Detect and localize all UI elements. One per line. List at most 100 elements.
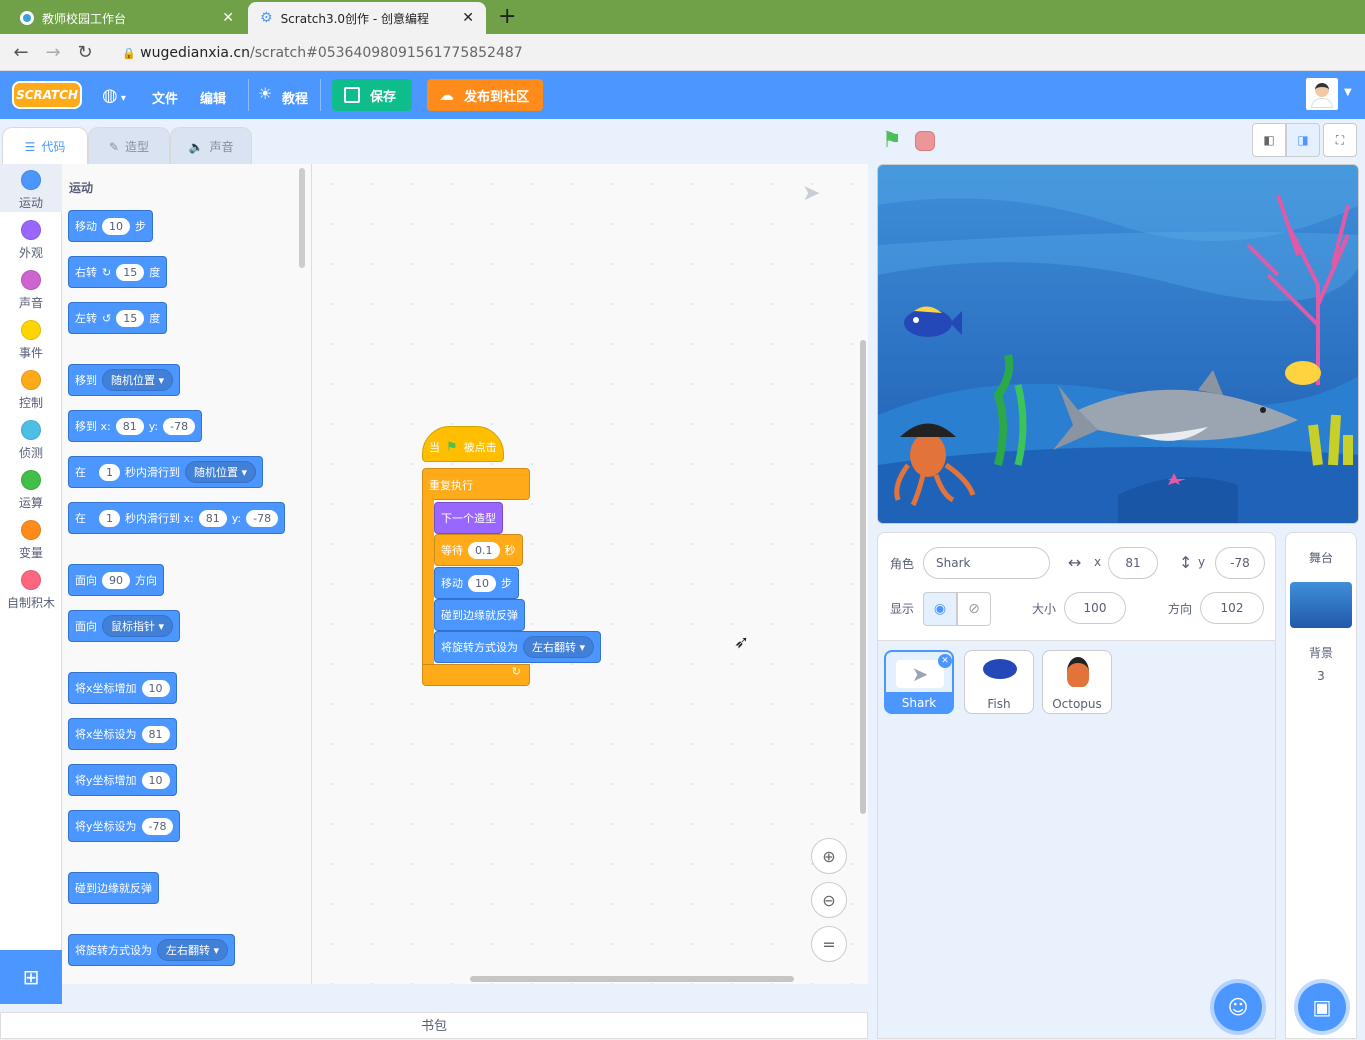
block-rotation-style[interactable]: 将旋转方式设为 左右翻转 ▾ <box>434 631 602 663</box>
chevron-down-icon[interactable]: ▼ <box>1344 87 1352 98</box>
add-sprite-cat-icon[interactable]: ☺ <box>1214 983 1262 1031</box>
large-stage-icon[interactable]: ◨ <box>1286 123 1320 157</box>
x-arrows-icon: ↔ <box>1068 553 1082 572</box>
block-goto[interactable]: 移到 随机位置 ▾ <box>68 364 181 396</box>
save-button[interactable]: 保存 <box>332 79 412 111</box>
forever-bottom: ↻ <box>422 664 530 686</box>
x-label: x <box>1094 555 1102 569</box>
add-extension-button[interactable]: ⊞ <box>0 950 62 1004</box>
stage-selector-panel[interactable]: 舞台 背景 3 ▣ <box>1285 532 1357 1039</box>
sprite-name-input[interactable]: Shark <box>923 547 1050 579</box>
hide-eye-icon[interactable]: ⊘ <box>957 592 991 626</box>
lock-icon: 🔒 <box>122 47 136 60</box>
category-sound[interactable]: 声音 <box>0 270 62 311</box>
stage-canvas[interactable] <box>877 164 1359 524</box>
category-operators[interactable]: 运算 <box>0 470 62 511</box>
globe-icon[interactable]: ◍ ▾ <box>102 85 126 106</box>
block-set-x[interactable]: 将x坐标设为 81 <box>68 718 177 750</box>
category-variables[interactable]: 变量 <box>0 520 62 561</box>
block-glide-xy[interactable]: 在 1 秒内滑行到 x: 81 y: -78 <box>68 502 286 534</box>
block-set-y[interactable]: 将y坐标设为 -78 <box>68 810 181 842</box>
delete-sprite-icon[interactable]: ✕ <box>938 654 952 668</box>
new-tab-button[interactable]: + <box>498 4 516 29</box>
menu-edit[interactable]: 编辑 <box>200 88 226 107</box>
show-eye-icon[interactable]: ◉ <box>923 592 957 626</box>
category-motion[interactable]: 运动 <box>0 170 62 211</box>
small-stage-icon[interactable]: ◧ <box>1252 123 1286 157</box>
size-input[interactable]: 100 <box>1064 592 1126 624</box>
backpack[interactable]: 书包 <box>0 1012 868 1039</box>
category-sensing[interactable]: 侦测 <box>0 420 62 461</box>
fish-sprite <box>904 306 962 337</box>
category-looks[interactable]: 外观 <box>0 220 62 261</box>
workspace-vertical-scrollbar[interactable] <box>860 340 866 814</box>
block-bounce[interactable]: 碰到边缘就反弹 <box>434 599 525 631</box>
menu-file[interactable]: 文件 <box>152 88 178 107</box>
mouse-cursor-icon: ➶ <box>734 632 750 653</box>
block-forever[interactable]: 重复执行 <box>422 468 530 500</box>
script-workspace[interactable]: ➤ 当 ⚑ 被点击 重复执行 ↻ 下一个造型 等待 0.1 秒 移动 10 步 碰到边缘… <box>312 164 868 984</box>
sprite-tile-fish[interactable]: Fish <box>964 650 1034 714</box>
stop-icon[interactable] <box>915 131 935 151</box>
block-point-towards[interactable]: 面向 鼠标指针 ▾ <box>68 610 181 642</box>
category-dot <box>21 320 41 340</box>
tab-title: 教师校园工作台 <box>42 11 127 26</box>
block-next-costume[interactable]: 下一个造型 <box>434 502 503 534</box>
direction-input[interactable]: 102 <box>1200 592 1264 624</box>
fish-thumbnail-icon <box>983 659 1017 679</box>
url-host: wugedianxia.cn <box>140 45 250 61</box>
sprite-tile-shark[interactable]: ➤ ✕ Shark <box>884 650 954 714</box>
cloud-upload-icon: ☁ <box>439 86 454 104</box>
scratch-logo[interactable]: SCRATCH <box>12 81 82 109</box>
category-my-blocks[interactable]: 自制积木 <box>0 570 62 611</box>
category-control[interactable]: 控制 <box>0 370 62 411</box>
publish-button[interactable]: ☁ 发布到社区 <box>427 79 543 111</box>
green-flag-icon[interactable]: ⚑ <box>882 128 902 153</box>
palette-scrollbar[interactable] <box>299 168 305 268</box>
block-rotation-style[interactable]: 将旋转方式设为 左右翻转 ▾ <box>68 934 236 966</box>
block-change-y[interactable]: 将y坐标增加 10 <box>68 764 177 796</box>
stage-title: 舞台 <box>1308 551 1333 565</box>
block-goto-xy[interactable]: 移到 x: 81 y: -78 <box>68 410 203 442</box>
tab-costumes[interactable]: ✎ 造型 <box>88 127 170 165</box>
avatar[interactable] <box>1306 78 1338 110</box>
direction-label: 方向 <box>1168 602 1193 616</box>
category-events[interactable]: 事件 <box>0 320 62 361</box>
tab-code[interactable]: ☰ 代码 <box>2 127 88 165</box>
browser-tab-teacher[interactable]: 教师校园工作台 ✕ <box>8 2 246 34</box>
forward-icon[interactable]: → <box>42 42 64 64</box>
forever-arm <box>422 498 434 668</box>
category-dot <box>21 570 41 590</box>
block-point-direction[interactable]: 面向 90 方向 <box>68 564 164 596</box>
zoom-out-icon[interactable]: ⊖ <box>811 882 847 918</box>
tab-close-icon[interactable]: ✕ <box>462 10 474 26</box>
tab-sounds[interactable]: 🔈 声音 <box>170 127 252 165</box>
reload-icon[interactable]: ↻ <box>74 42 96 64</box>
fullscreen-icon[interactable]: ⛶ <box>1323 123 1357 157</box>
url-field[interactable]: 🔒 wugedianxia.cn/scratch#053640980915617… <box>112 39 1360 67</box>
block-wait[interactable]: 等待 0.1 秒 <box>434 534 523 566</box>
x-input[interactable]: 81 <box>1108 547 1158 579</box>
back-icon[interactable]: ← <box>10 42 32 64</box>
lightbulb-icon: ☀ <box>258 84 273 103</box>
zoom-in-icon[interactable]: ⊕ <box>811 838 847 874</box>
y-input[interactable]: -78 <box>1215 547 1265 579</box>
workspace-horizontal-scrollbar[interactable] <box>470 976 794 982</box>
block-turn-left[interactable]: 左转 ↺ 15 度 <box>68 302 168 334</box>
browser-tab-scratch[interactable]: ⚙ Scratch3.0创作 - 创意编程 ✕ <box>248 2 486 34</box>
menu-tutorial[interactable]: 教程 <box>282 88 308 107</box>
tab-close-icon[interactable]: ✕ <box>222 10 234 26</box>
block-turn-right[interactable]: 右转 ↻ 15 度 <box>68 256 168 288</box>
block-bounce[interactable]: 碰到边缘就反弹 <box>68 872 159 904</box>
add-backdrop-icon[interactable]: ▣ <box>1298 983 1346 1031</box>
sprite-name: Octopus <box>1052 697 1102 711</box>
block-when-flag-clicked[interactable]: 当 ⚑ 被点击 <box>422 426 504 462</box>
category-dot <box>21 420 41 440</box>
block-glide[interactable]: 在 1 秒内滑行到 随机位置 ▾ <box>68 456 264 488</box>
block-change-x[interactable]: 将x坐标增加 10 <box>68 672 177 704</box>
block-move-steps[interactable]: 移动 10 步 <box>434 567 519 599</box>
sprite-tile-octopus[interactable]: Octopus <box>1042 650 1112 714</box>
backdrops-count: 3 <box>1317 669 1325 683</box>
block-move-steps[interactable]: 移动 10 步 <box>68 210 153 242</box>
zoom-reset-icon[interactable]: = <box>811 926 847 962</box>
